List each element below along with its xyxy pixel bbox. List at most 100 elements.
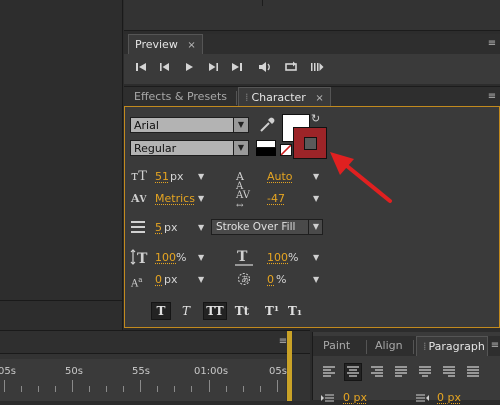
- stroke-mode-dropdown[interactable]: Stroke Over Fill ▼: [211, 219, 323, 235]
- justify-left-icon: [395, 366, 407, 377]
- ruler-label-5: 05s: [269, 366, 287, 377]
- font-family-chevron-down-icon[interactable]: ▼: [233, 117, 249, 133]
- faux-italic-button[interactable]: T: [176, 302, 196, 320]
- no-color-swatch[interactable]: [280, 144, 292, 156]
- svg-text:あ: あ: [241, 275, 249, 284]
- stroke-width-chevron-down-icon[interactable]: ▼: [198, 223, 204, 232]
- kerning-value[interactable]: Metrics: [155, 192, 195, 205]
- superscript-button[interactable]: T¹: [262, 302, 282, 320]
- annotation-arrow-shaft: [340, 160, 392, 203]
- next-frame-button[interactable]: [204, 60, 222, 78]
- align-right-button[interactable]: [369, 364, 385, 380]
- justify-all-button[interactable]: [465, 364, 481, 380]
- preview-menu-icon[interactable]: ≡: [486, 39, 498, 49]
- font-style-chevron-down-icon[interactable]: ▼: [233, 140, 249, 156]
- svg-text:T: T: [137, 251, 148, 265]
- timeline-playhead-handle[interactable]: [287, 331, 292, 401]
- preview-panel: [124, 54, 500, 84]
- baseline-shift-chevron-down-icon[interactable]: ▼: [198, 275, 204, 284]
- faux-bold-button[interactable]: T: [151, 302, 171, 320]
- horizontal-scale-chevron-down-icon[interactable]: ▼: [313, 253, 319, 262]
- tracking-value[interactable]: -47: [267, 192, 285, 205]
- play-button[interactable]: [180, 60, 198, 78]
- subscript-button[interactable]: T₁: [285, 302, 305, 320]
- last-frame-button[interactable]: [228, 60, 246, 78]
- previous-frame-button[interactable]: [156, 60, 174, 78]
- vertical-scale-chevron-down-icon[interactable]: ▼: [198, 253, 204, 262]
- speaker-icon: [259, 62, 270, 72]
- baseline-shift-unit: px: [164, 273, 178, 286]
- kerning-icon: AV: [131, 192, 147, 205]
- eyedropper-icon[interactable]: [258, 116, 276, 134]
- ruler-ticks: [0, 380, 286, 400]
- justify-right-icon: [443, 366, 455, 377]
- ruler-label-2: 50s: [65, 366, 83, 377]
- align-left-button[interactable]: [321, 364, 337, 380]
- previous-frame-icon: [160, 63, 169, 71]
- ruler-label-1: 05s: [0, 366, 16, 377]
- font-size-chevron-down-icon[interactable]: ▼: [198, 172, 204, 181]
- tab-character[interactable]: ⁞ Character ×: [238, 87, 331, 107]
- kerning-chevron-down-icon[interactable]: ▼: [198, 194, 204, 203]
- tab-character-close-icon[interactable]: ×: [315, 93, 323, 104]
- font-size-value[interactable]: 51: [155, 170, 169, 183]
- stroke-mode-chevron-down-icon: ▼: [308, 220, 323, 234]
- font-size-icon: ᴛT: [131, 169, 147, 184]
- paragraph-menu-icon[interactable]: ≡: [489, 341, 500, 351]
- tab-effects-presets[interactable]: Effects & Presets: [128, 87, 233, 107]
- justify-right-button[interactable]: [441, 364, 457, 380]
- align-left-icon: [323, 366, 335, 377]
- left-workspace: [0, 0, 123, 330]
- stroke-width-value[interactable]: 5: [155, 221, 162, 234]
- tracking-chevron-down-icon[interactable]: ▼: [313, 194, 319, 203]
- left-workspace-divider: [0, 300, 122, 301]
- tab-align[interactable]: Align: [369, 336, 409, 356]
- justify-left-button[interactable]: [393, 364, 409, 380]
- leading-chevron-down-icon[interactable]: ▼: [313, 172, 319, 181]
- font-style-dropdown[interactable]: Regular: [130, 140, 234, 156]
- vertical-scale-value[interactable]: 100: [155, 251, 176, 264]
- character-menu-icon[interactable]: ≡: [486, 92, 498, 102]
- swap-colors-icon[interactable]: ↻: [311, 113, 323, 125]
- justify-center-button[interactable]: [417, 364, 433, 380]
- justify-center-icon: [419, 366, 431, 377]
- tab-paragraph[interactable]: ⁞ Paragraph: [416, 336, 488, 356]
- vertical-scale-unit: %: [176, 251, 187, 264]
- stroke-width-unit: px: [164, 221, 178, 234]
- paragraph-tab-strip: Paint Align ⁞ Paragraph ≡: [313, 336, 500, 356]
- small-caps-button[interactable]: Tt: [231, 302, 253, 320]
- tsume-chevron-down-icon[interactable]: ▼: [313, 275, 319, 284]
- top-panel-divider: [262, 0, 263, 6]
- preview-tab-strip: Preview × ≡: [124, 34, 500, 54]
- indent-left-value[interactable]: 0 px: [343, 391, 367, 404]
- stroke-mode-label: Stroke Over Fill: [216, 221, 296, 233]
- horizontal-scale-value[interactable]: 100: [267, 251, 288, 264]
- default-color-swatches[interactable]: [256, 140, 276, 156]
- tsume-value[interactable]: 0: [267, 273, 274, 286]
- loop-button[interactable]: [282, 60, 300, 78]
- ruler-label-3: 55s: [132, 366, 150, 377]
- ruler-label-4: 01:00s: [194, 366, 229, 377]
- leading-value[interactable]: Auto: [267, 170, 293, 183]
- tab-preview[interactable]: Preview ×: [128, 34, 203, 54]
- paragraph-panel: Paint Align ⁞ Paragraph ≡ 0 px 0 px: [312, 332, 500, 404]
- indent-right-value[interactable]: 0 px: [437, 391, 461, 404]
- tab-preview-close-icon[interactable]: ×: [187, 40, 195, 51]
- stroke-width-icon: [131, 221, 145, 233]
- indent-left-icon: [321, 392, 335, 402]
- timeline-header: [0, 331, 310, 354]
- mute-audio-button[interactable]: [256, 60, 274, 78]
- font-family-dropdown[interactable]: Arial: [130, 117, 234, 133]
- align-center-button[interactable]: [344, 363, 362, 381]
- first-frame-button[interactable]: [132, 60, 150, 78]
- stroke-color-inner: [304, 137, 317, 150]
- annotation-arrow: [330, 152, 392, 203]
- tab-paint[interactable]: Paint: [317, 336, 356, 356]
- tab-separator-2: [366, 340, 367, 354]
- ram-preview-button[interactable]: [308, 60, 326, 78]
- all-caps-button[interactable]: TT: [203, 302, 227, 320]
- baseline-shift-value[interactable]: 0: [155, 273, 162, 286]
- indent-right-icon: [415, 392, 429, 402]
- black-swatch[interactable]: [256, 140, 276, 148]
- ram-preview-icon: [311, 63, 324, 71]
